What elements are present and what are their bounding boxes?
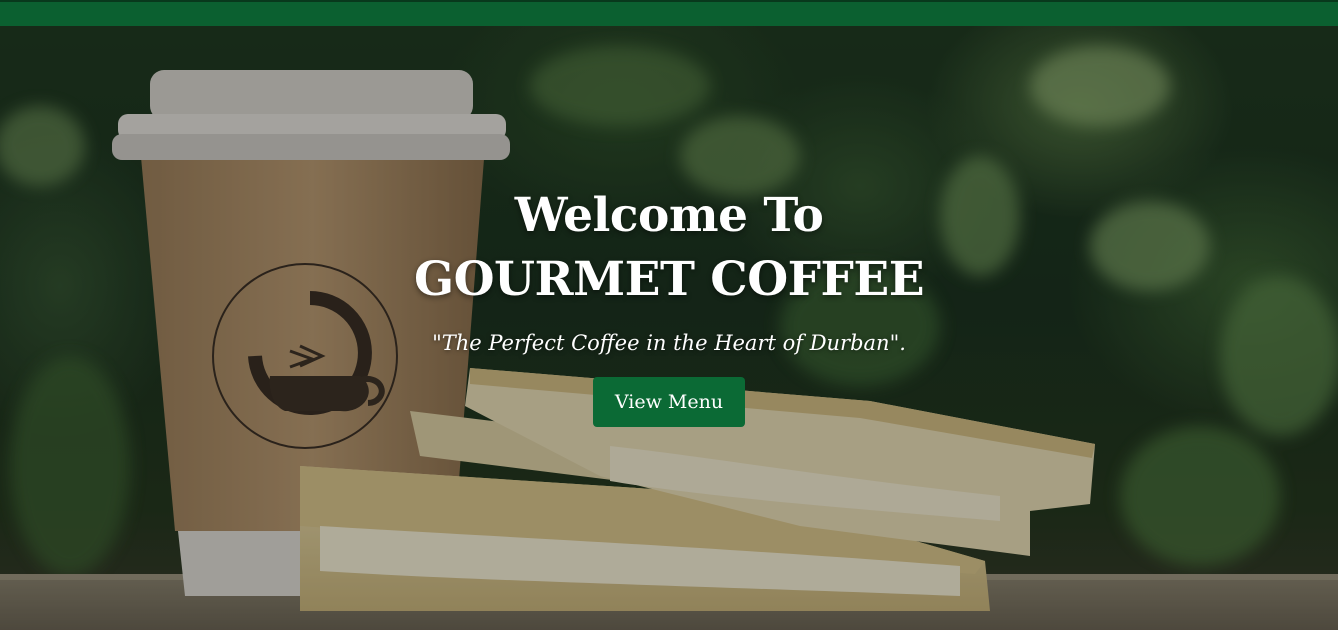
view-menu-button[interactable]: View Menu (592, 377, 746, 427)
hero-section: Welcome To GOURMET COFFEE "The Perfect C… (0, 26, 1338, 630)
hero-title: Welcome To GOURMET COFFEE (413, 188, 925, 307)
top-navigation-bar (0, 0, 1338, 26)
hero-tagline: "The Perfect Coffee in the Heart of Durb… (432, 331, 906, 355)
hero-content: Welcome To GOURMET COFFEE "The Perfect C… (369, 184, 969, 427)
